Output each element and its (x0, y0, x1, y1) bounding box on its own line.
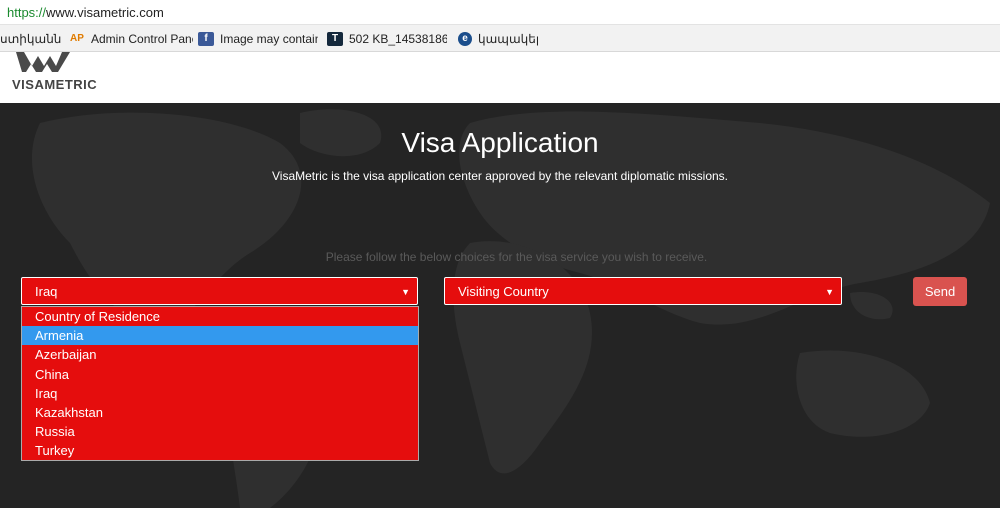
facebook-icon: f (198, 32, 214, 46)
bookmarks-bar: ստիկանների AP Admin Control Panel f Imag… (0, 25, 1000, 52)
dropdown-option[interactable]: Iraq (22, 384, 418, 403)
page-title: Visa Application (401, 127, 599, 158)
bookmark-label: ստիկանների (0, 32, 62, 46)
dropdown-option[interactable]: Russia (22, 422, 418, 441)
dropdown-option[interactable]: China (22, 365, 418, 384)
site-header (0, 52, 1000, 103)
bookmark-item[interactable]: AP Admin Control Panel (69, 31, 193, 47)
address-bar[interactable]: https://www.visametric.com (0, 0, 1000, 25)
send-button[interactable]: Send (913, 277, 967, 306)
bookmark-label: կապակեր (478, 32, 538, 46)
logo-text[interactable]: VISAMETRIC (12, 77, 97, 92)
dropdown-option-highlighted[interactable]: Armenia (22, 326, 418, 346)
ap-icon: AP (70, 33, 84, 44)
dropdown-arrow-icon: ▼ (401, 287, 410, 297)
logo-icon[interactable] (14, 52, 84, 74)
bookmark-label: Admin Control Panel (91, 32, 193, 46)
dropdown-option[interactable]: Country of Residence (22, 307, 418, 326)
url-scheme: https:// (7, 5, 47, 20)
bookmark-item[interactable]: T 502 KB_14538186191 (327, 31, 447, 47)
url-host: www.visametric.com (46, 5, 164, 20)
dropdown-arrow-icon: ▼ (825, 287, 834, 297)
bookmark-label: Image may contain: f (220, 32, 318, 46)
visiting-country-select[interactable]: Visiting Country ▼ (444, 277, 842, 305)
bookmark-item[interactable]: ստիկանների (0, 31, 62, 47)
e-icon: e (458, 32, 472, 46)
t-icon: T (327, 32, 343, 46)
visiting-select-value: Visiting Country (458, 284, 549, 299)
url-text[interactable]: https://www.visametric.com (7, 5, 164, 20)
page-subtitle: VisaMetric is the visa application cente… (272, 169, 728, 183)
instruction-text: Please follow the below choices for the … (325, 250, 708, 264)
bookmark-label: 502 KB_14538186191 (349, 32, 447, 46)
country-select-value: Iraq (35, 284, 58, 299)
country-dropdown-list: Country of Residence Armenia Azerbaijan … (21, 306, 419, 461)
bookmark-item[interactable]: e կապակեր (458, 31, 538, 47)
dropdown-option[interactable]: Azerbaijan (22, 345, 418, 364)
dropdown-option[interactable]: Turkey (22, 441, 418, 460)
bookmark-item[interactable]: f Image may contain: f (198, 31, 318, 47)
country-of-residence-select[interactable]: Iraq ▼ (21, 277, 418, 305)
dropdown-option[interactable]: Kazakhstan (22, 403, 418, 422)
